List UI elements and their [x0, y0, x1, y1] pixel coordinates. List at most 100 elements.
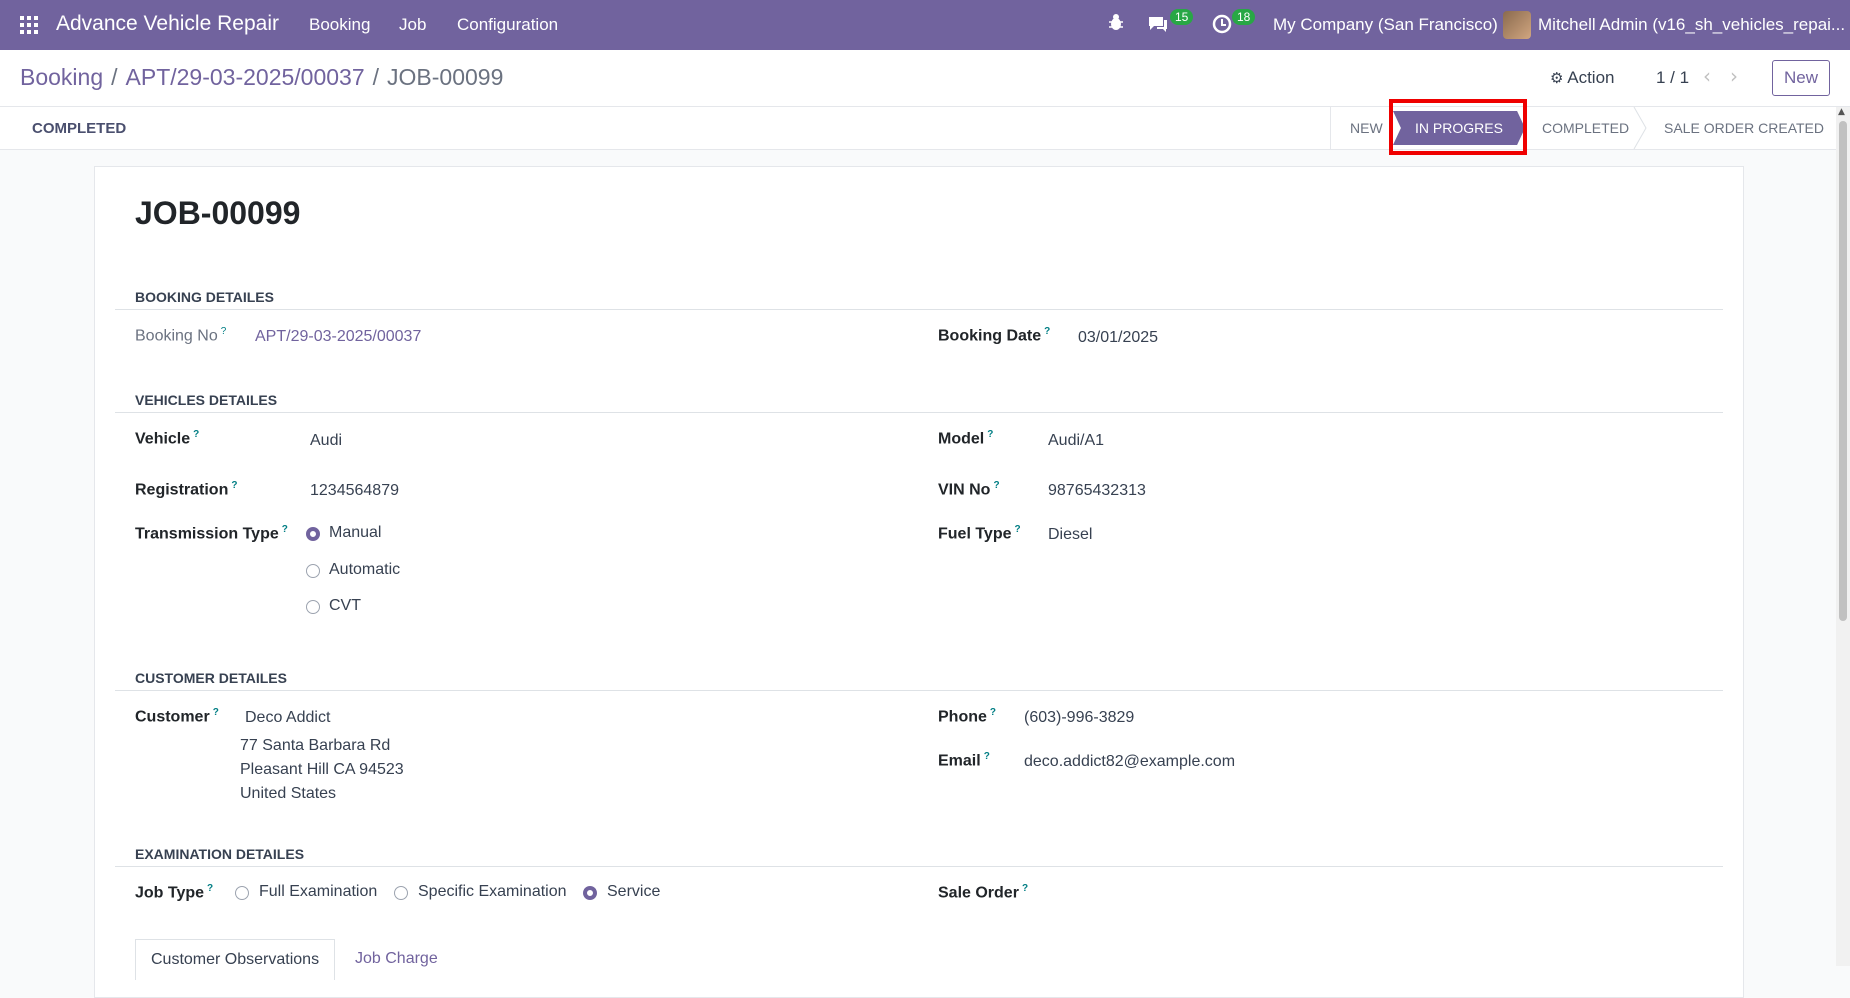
stage-separator [1633, 107, 1647, 149]
registration-label: Registration? [135, 480, 237, 499]
new-button[interactable]: New [1772, 60, 1830, 96]
pager-previous-icon[interactable]: ‹ [1703, 64, 1711, 88]
status-bar: COMPLETED NEW IN PROGRES COMPLETED SALE … [0, 107, 1836, 150]
customer-label-text: Customer [135, 708, 210, 726]
help-icon[interactable]: ? [282, 524, 288, 535]
stage-new[interactable]: NEW [1350, 107, 1383, 149]
section-examination-title: EXAMINATION DETAILES [135, 846, 305, 862]
help-icon[interactable]: ? [993, 480, 999, 491]
menu-job[interactable]: Job [399, 15, 426, 35]
scroll-up-icon[interactable]: ▲ [1838, 107, 1845, 117]
breadcrumb-current: JOB-00099 [387, 64, 504, 90]
help-icon[interactable]: ? [213, 707, 219, 718]
help-icon[interactable]: ? [1022, 883, 1028, 894]
tab-job-charge[interactable]: Job Charge [355, 939, 438, 979]
booking-no-label-text: Booking No [135, 327, 218, 345]
apps-grid-icon[interactable] [20, 16, 40, 34]
booking-date-label: Booking Date? [938, 326, 1050, 345]
transmission-automatic-label[interactable]: Automatic [329, 561, 400, 579]
booking-no-value[interactable]: APT/29-03-2025/00037 [255, 328, 421, 346]
help-icon[interactable]: ? [193, 429, 199, 440]
job-type-label-text: Job Type [135, 884, 205, 902]
record-title: JOB-00099 [135, 195, 301, 231]
action-button[interactable]: ⚙ Action [1550, 68, 1615, 88]
transmission-automatic-radio[interactable] [306, 564, 320, 578]
user-menu[interactable]: Mitchell Admin (v16_sh_vehicles_repai... [1538, 15, 1845, 35]
job-type-specific-radio[interactable] [394, 886, 408, 900]
highlight-box [1389, 99, 1527, 155]
phone-label-text: Phone [938, 708, 987, 726]
transmission-manual-label[interactable]: Manual [329, 524, 381, 542]
avatar[interactable] [1503, 11, 1531, 39]
menu-booking[interactable]: Booking [309, 15, 370, 35]
customer-address-line: Pleasant Hill CA 94523 [240, 761, 404, 778]
bug-icon[interactable] [1108, 12, 1124, 36]
model-label-text: Model [938, 430, 985, 448]
vehicle-label: Vehicle? [135, 429, 199, 448]
pager-value[interactable]: 1 / 1 [1656, 68, 1689, 88]
help-icon[interactable]: ? [231, 480, 237, 491]
breadcrumb: Booking / APT/29-03-2025/00037 / JOB-00099 [20, 64, 503, 91]
section-divider [115, 309, 1723, 310]
transmission-label-text: Transmission Type [135, 525, 279, 543]
chat-icon[interactable] [1147, 14, 1169, 38]
job-type-specific-label[interactable]: Specific Examination [418, 883, 567, 901]
customer-name[interactable]: Deco Addict [245, 709, 330, 727]
sale-order-label: Sale Order? [938, 883, 1028, 902]
vehicle-value[interactable]: Audi [310, 432, 342, 450]
top-navbar: Advance Vehicle Repair Booking Job Confi… [0, 0, 1850, 50]
breadcrumb-booking[interactable]: Booking [20, 64, 103, 90]
email-label-text: Email [938, 752, 981, 770]
vin-value[interactable]: 98765432313 [1048, 482, 1146, 500]
job-type-full-label[interactable]: Full Examination [259, 883, 377, 901]
completed-button[interactable]: COMPLETED [20, 107, 138, 149]
scrollbar[interactable]: ▲ [1836, 107, 1850, 966]
scroll-thumb[interactable] [1839, 121, 1847, 621]
breadcrumb-separator: / [372, 64, 380, 90]
activities-badge: 18 [1232, 9, 1256, 25]
job-type-full-radio[interactable] [235, 886, 249, 900]
fuel-type-label: Fuel Type? [938, 524, 1021, 543]
job-type-service-radio[interactable] [583, 886, 597, 900]
email-value[interactable]: deco.addict82@example.com [1024, 753, 1235, 771]
registration-value[interactable]: 1234564879 [310, 482, 399, 500]
model-value[interactable]: Audi/A1 [1048, 432, 1104, 450]
job-type-label: Job Type? [135, 883, 213, 902]
section-divider [115, 866, 1723, 867]
stage-completed[interactable]: COMPLETED [1542, 107, 1629, 149]
breadcrumb-appointment[interactable]: APT/29-03-2025/00037 [126, 64, 365, 90]
clock-icon[interactable] [1212, 14, 1232, 39]
customer-label: Customer? [135, 707, 219, 726]
menu-configuration[interactable]: Configuration [457, 15, 558, 35]
fuel-type-label-text: Fuel Type [938, 525, 1012, 543]
transmission-cvt-label[interactable]: CVT [329, 597, 361, 615]
booking-no-label: Booking No? [135, 326, 226, 345]
help-icon[interactable]: ? [984, 751, 990, 762]
form-sheet: JOB-00099 BOOKING DETAILES Booking No? A… [94, 166, 1744, 998]
customer-address-line: United States [240, 785, 337, 802]
help-icon[interactable]: ? [221, 326, 227, 337]
booking-date-value[interactable]: 03/01/2025 [1078, 329, 1158, 347]
job-type-service-label[interactable]: Service [607, 883, 660, 901]
model-label: Model? [938, 429, 993, 448]
help-icon[interactable]: ? [207, 883, 213, 894]
help-icon[interactable]: ? [990, 707, 996, 718]
pager-next-icon[interactable]: › [1730, 64, 1738, 88]
registration-label-text: Registration [135, 481, 229, 499]
fuel-type-value[interactable]: Diesel [1048, 526, 1092, 544]
stage-sale-order-created[interactable]: SALE ORDER CREATED [1664, 107, 1824, 149]
transmission-label: Transmission Type? [135, 524, 288, 543]
phone-value[interactable]: (603)-996-3829 [1024, 709, 1134, 727]
transmission-manual-radio[interactable] [306, 527, 320, 541]
help-icon[interactable]: ? [987, 429, 993, 440]
app-name[interactable]: Advance Vehicle Repair [56, 12, 279, 36]
vin-label-text: VIN No [938, 481, 991, 499]
vehicle-label-text: Vehicle [135, 430, 191, 448]
tab-customer-observations[interactable]: Customer Observations [135, 939, 336, 980]
section-divider [115, 412, 1723, 413]
messages-badge: 15 [1170, 9, 1194, 25]
company-switcher[interactable]: My Company (San Francisco) [1273, 15, 1498, 35]
help-icon[interactable]: ? [1044, 326, 1050, 337]
help-icon[interactable]: ? [1015, 524, 1021, 535]
transmission-cvt-radio[interactable] [306, 600, 320, 614]
